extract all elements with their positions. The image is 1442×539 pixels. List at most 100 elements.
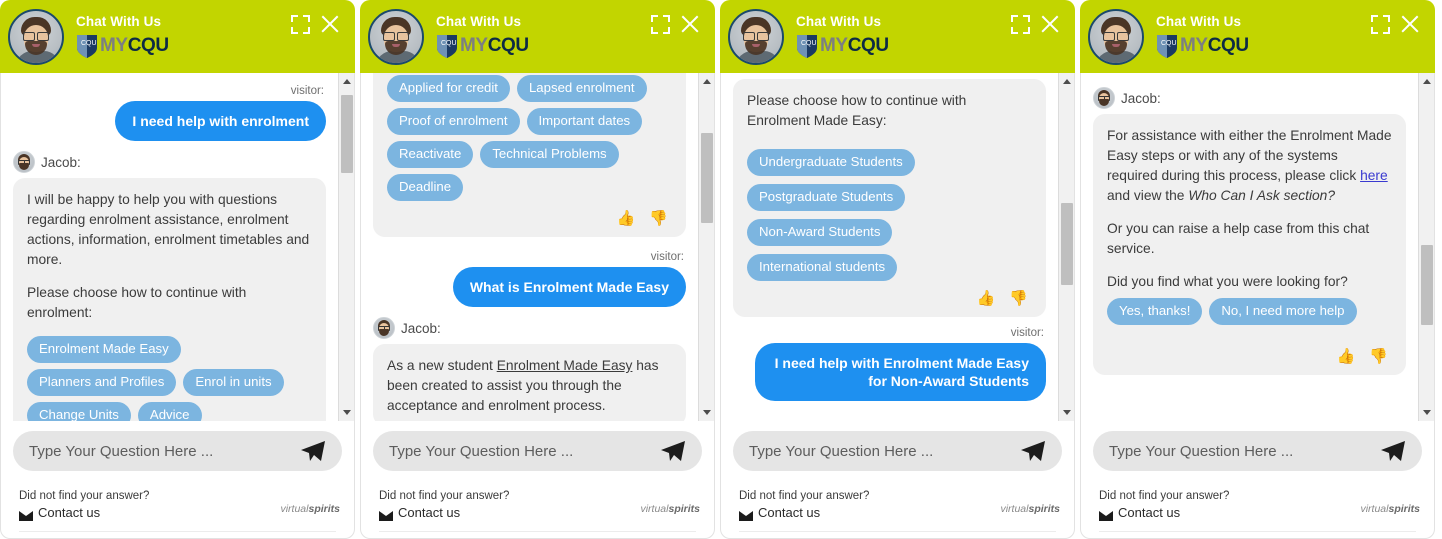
option-pill[interactable]: Important dates bbox=[526, 108, 643, 135]
agent-mini-avatar bbox=[373, 317, 395, 339]
scroll-down-icon[interactable] bbox=[1419, 404, 1434, 421]
thumbs-down-icon[interactable]: 👎 bbox=[1369, 349, 1388, 365]
scrollbar-thumb[interactable] bbox=[1421, 245, 1433, 325]
option-pill[interactable]: Applied for credit bbox=[387, 75, 510, 102]
scroll-up-icon[interactable] bbox=[1419, 73, 1434, 90]
search-input[interactable]: Type Your Question Here ... bbox=[373, 431, 702, 471]
close-icon[interactable] bbox=[319, 13, 341, 35]
chat-scrollbar[interactable] bbox=[338, 73, 354, 421]
text-before-link: As a new student bbox=[387, 358, 497, 373]
visitor-label: visitor: bbox=[650, 251, 684, 263]
thumbs-down-icon[interactable]: 👎 bbox=[649, 211, 668, 227]
agent-message: Applied for credit Lapsed enrolment Proo… bbox=[373, 73, 686, 237]
thumbs-down-icon[interactable]: 👎 bbox=[1009, 291, 1028, 307]
option-pill[interactable]: Reactivate bbox=[387, 141, 474, 168]
mycqu-logo: CQU MY CQU bbox=[76, 33, 169, 59]
scrollbar-thumb[interactable] bbox=[341, 95, 353, 173]
brand-light: virtual bbox=[280, 503, 309, 515]
option-pill[interactable]: Proof of enrolment bbox=[387, 108, 520, 135]
who-can-i-ask-italic: Who Can I Ask section? bbox=[1188, 188, 1336, 203]
close-icon[interactable] bbox=[679, 13, 701, 35]
envelope-icon bbox=[739, 508, 753, 521]
agent-paragraph: As a new student Enrolment Made Easy has… bbox=[387, 356, 672, 416]
chat-header: Chat With Us CQU MY CQU bbox=[1080, 0, 1435, 73]
thumbs-up-icon[interactable]: 👍 bbox=[977, 291, 996, 307]
chat-scrollbar[interactable] bbox=[1418, 73, 1434, 421]
option-pill[interactable]: Deadline bbox=[387, 174, 464, 201]
text-segment: and view the bbox=[1107, 188, 1189, 203]
send-icon[interactable] bbox=[1380, 440, 1406, 462]
chat-header: Chat With Us CQU MY CQU bbox=[360, 0, 715, 73]
thumbs-up-icon[interactable]: 👍 bbox=[617, 211, 636, 227]
chat-scrollbar[interactable] bbox=[698, 73, 714, 421]
close-icon[interactable] bbox=[1399, 13, 1421, 35]
search-input[interactable]: Type Your Question Here ... bbox=[733, 431, 1062, 471]
contact-us-label: Contact us bbox=[1118, 505, 1181, 520]
mycqu-logo: CQU MY CQU bbox=[1156, 33, 1249, 59]
here-link[interactable]: here bbox=[1360, 168, 1388, 183]
chat-widget-panel-2: Chat With Us CQU MY CQU Applied for cred… bbox=[360, 0, 715, 539]
input-placeholder: Type Your Question Here ... bbox=[389, 442, 574, 460]
scrollbar-thumb[interactable] bbox=[1061, 203, 1073, 285]
chat-widget-panel-1: Chat With Us CQU MY CQU visitor: I need … bbox=[0, 0, 355, 539]
chat-scrollbar[interactable] bbox=[1058, 73, 1074, 421]
agent-avatar bbox=[8, 8, 64, 65]
scroll-up-icon[interactable] bbox=[1059, 73, 1074, 90]
message-input-zone: Type Your Question Here ... bbox=[0, 421, 355, 481]
chat-header-title: Chat With Us bbox=[436, 14, 522, 29]
scroll-down-icon[interactable] bbox=[339, 404, 354, 421]
option-pill[interactable]: Non-Award Students bbox=[747, 219, 893, 246]
expand-icon[interactable] bbox=[1371, 14, 1390, 34]
brand-light: virtual bbox=[1000, 503, 1029, 515]
brand-bold: spirits bbox=[1388, 503, 1420, 515]
scroll-down-icon[interactable] bbox=[1059, 404, 1074, 421]
enrolment-made-easy-link[interactable]: Enrolment Made Easy bbox=[497, 358, 633, 373]
thumbs-up-icon[interactable]: 👍 bbox=[1337, 349, 1356, 365]
virtualspirits-brand: virtualspirits bbox=[280, 503, 340, 515]
scroll-up-icon[interactable] bbox=[699, 73, 714, 90]
option-pill[interactable]: No, I need more help bbox=[1209, 298, 1357, 325]
chat-messages: Applied for credit Lapsed enrolment Proo… bbox=[361, 73, 698, 421]
visitor-label: visitor: bbox=[1010, 327, 1044, 339]
agent-message: Please choose how to continue with Enrol… bbox=[733, 79, 1046, 317]
expand-icon[interactable] bbox=[1011, 14, 1030, 34]
option-pill[interactable]: Planners and Profiles bbox=[27, 369, 177, 396]
option-pill[interactable]: Change Units bbox=[27, 402, 131, 421]
send-icon[interactable] bbox=[300, 440, 326, 462]
option-pill[interactable]: Enrol in units bbox=[183, 369, 284, 396]
expand-icon[interactable] bbox=[291, 14, 310, 34]
footer-question: Did not find your answer? bbox=[739, 490, 870, 502]
close-icon[interactable] bbox=[1039, 13, 1061, 35]
scroll-up-icon[interactable] bbox=[339, 73, 354, 90]
search-input[interactable]: Type Your Question Here ... bbox=[1093, 431, 1422, 471]
quick-reply-options: Undergraduate Students Postgraduate Stud… bbox=[747, 149, 1032, 281]
option-pill[interactable]: Postgraduate Students bbox=[747, 184, 906, 211]
expand-icon[interactable] bbox=[651, 14, 670, 34]
option-pill[interactable]: Lapsed enrolment bbox=[516, 75, 647, 102]
scroll-down-icon[interactable] bbox=[699, 404, 714, 421]
scrollbar-thumb[interactable] bbox=[701, 133, 713, 223]
search-input[interactable]: Type Your Question Here ... bbox=[13, 431, 342, 471]
input-placeholder: Type Your Question Here ... bbox=[29, 442, 214, 460]
brand-light: virtual bbox=[1360, 503, 1389, 515]
option-pill[interactable]: Undergraduate Students bbox=[747, 149, 915, 176]
chat-footer: Did not find your answer? Contact us vir… bbox=[720, 481, 1075, 539]
option-pill[interactable]: Enrolment Made Easy bbox=[27, 336, 181, 363]
send-icon[interactable] bbox=[660, 440, 686, 462]
option-pill[interactable]: Yes, thanks! bbox=[1107, 298, 1203, 325]
shield-icon: CQU bbox=[76, 33, 98, 59]
envelope-icon bbox=[19, 508, 33, 521]
visitor-message: I need help with enrolment bbox=[115, 101, 326, 141]
virtualspirits-brand: virtualspirits bbox=[1000, 503, 1060, 515]
option-pill[interactable]: International students bbox=[747, 254, 898, 281]
agent-name-label: Jacob: bbox=[401, 320, 441, 336]
input-placeholder: Type Your Question Here ... bbox=[749, 442, 934, 460]
send-icon[interactable] bbox=[1020, 440, 1046, 462]
svg-text:CQU: CQU bbox=[801, 40, 817, 47]
chat-scroll-area: visitor: I need help with enrolment Jaco… bbox=[0, 73, 355, 421]
option-pill[interactable]: Technical Problems bbox=[480, 141, 619, 168]
agent-message: I will be happy to help you with questio… bbox=[13, 178, 326, 421]
option-pill[interactable]: Advice bbox=[137, 402, 202, 421]
envelope-icon bbox=[1099, 508, 1113, 521]
envelope-icon bbox=[379, 508, 393, 521]
